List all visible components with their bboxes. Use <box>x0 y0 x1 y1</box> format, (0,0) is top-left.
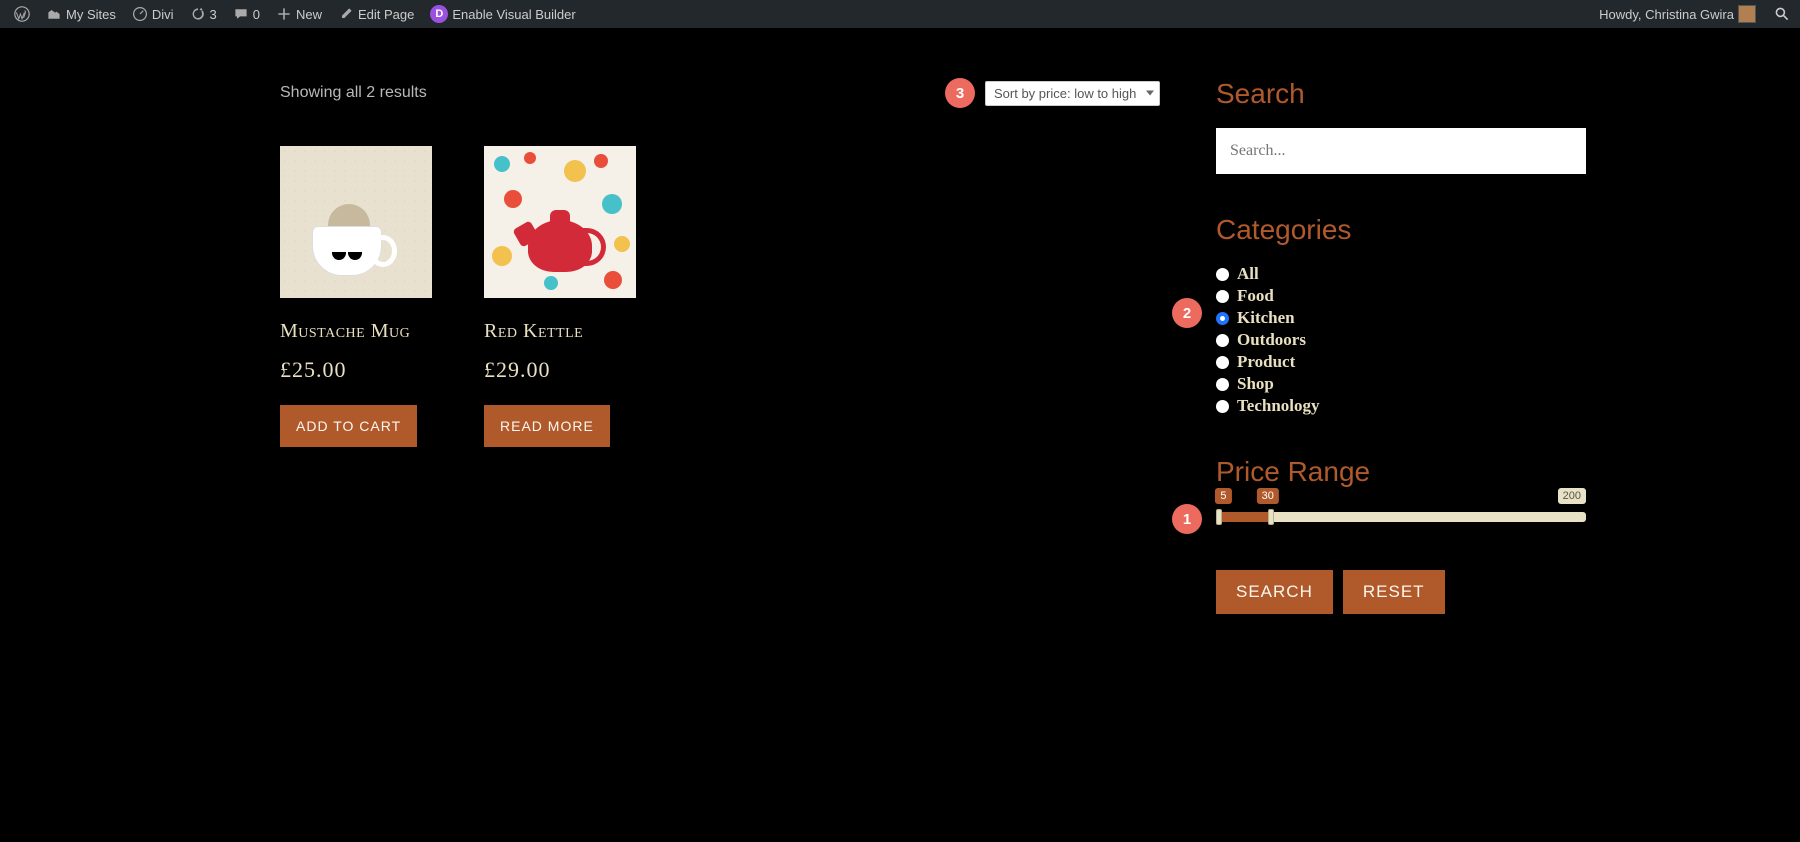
category-item[interactable]: Food <box>1216 286 1586 306</box>
category-label: Food <box>1237 286 1274 306</box>
product-title: Red Kettle <box>484 320 636 343</box>
product-card[interactable]: Red Kettle £29.00 READ MORE <box>484 146 636 447</box>
pencil-icon <box>338 6 354 22</box>
radio-icon <box>1216 400 1229 413</box>
edit-page-link[interactable]: Edit Page <box>330 0 422 28</box>
divi-icon: D <box>430 5 448 23</box>
avatar <box>1738 5 1756 23</box>
category-item[interactable]: All <box>1216 264 1586 284</box>
slider-handle-min[interactable] <box>1216 509 1222 525</box>
visual-builder-label: Enable Visual Builder <box>452 7 575 22</box>
slider-current-bubble: 30 <box>1257 488 1279 504</box>
annotation-2: 2 <box>1172 298 1202 328</box>
wp-admin-bar: My Sites Divi 3 0 New <box>0 0 1800 28</box>
product-image <box>280 146 432 298</box>
slider-handle-max[interactable] <box>1268 509 1274 525</box>
product-price: £29.00 <box>484 357 636 383</box>
annotation-1: 1 <box>1172 504 1202 534</box>
plus-icon <box>276 6 292 22</box>
shop-main: Showing all 2 results 3 Sort by price: l… <box>280 78 1160 614</box>
multisite-icon <box>46 6 62 22</box>
site-name-label: Divi <box>152 7 174 22</box>
comments-count: 0 <box>253 7 260 22</box>
updates-icon <box>190 6 206 22</box>
category-label: Shop <box>1237 374 1274 394</box>
price-title: Price Range <box>1216 456 1586 488</box>
product-image <box>484 146 636 298</box>
wordpress-icon <box>14 6 30 22</box>
shop-sidebar: Search 2 Categories AllFoodKitchenOutdoo… <box>1216 78 1586 614</box>
search-widget: Search <box>1216 78 1586 174</box>
category-label: Technology <box>1237 396 1320 416</box>
category-label: Product <box>1237 352 1295 372</box>
my-sites-link[interactable]: My Sites <box>38 0 124 28</box>
sort-select[interactable]: Sort by price: low to high <box>985 81 1160 106</box>
radio-icon <box>1216 334 1229 347</box>
search-button[interactable]: SEARCH <box>1216 570 1333 614</box>
categories-title: Categories <box>1216 214 1586 246</box>
comments-link[interactable]: 0 <box>225 0 268 28</box>
my-sites-label: My Sites <box>66 7 116 22</box>
category-item[interactable]: Shop <box>1216 374 1586 394</box>
search-icon <box>1774 6 1790 22</box>
wp-logo[interactable] <box>6 0 38 28</box>
categories-widget: 2 Categories AllFoodKitchenOutdoorsProdu… <box>1216 214 1586 416</box>
howdy-label: Howdy, Christina Gwira <box>1599 7 1734 22</box>
slider-max-label: 200 <box>1558 488 1586 504</box>
reset-button[interactable]: RESET <box>1343 570 1445 614</box>
read-more-button[interactable]: READ MORE <box>484 405 610 447</box>
search-toggle[interactable] <box>1770 0 1794 28</box>
new-label: New <box>296 7 322 22</box>
category-item[interactable]: Product <box>1216 352 1586 372</box>
product-card[interactable]: Mustache Mug £25.00 ADD TO CART <box>280 146 432 447</box>
price-slider[interactable] <box>1216 512 1586 522</box>
product-title: Mustache Mug <box>280 320 432 343</box>
category-item[interactable]: Kitchen <box>1216 308 1586 328</box>
search-input[interactable] <box>1216 128 1586 174</box>
visual-builder-link[interactable]: D Enable Visual Builder <box>422 0 583 28</box>
result-count: Showing all 2 results <box>280 84 427 102</box>
annotation-3: 3 <box>945 78 975 108</box>
new-link[interactable]: New <box>268 0 330 28</box>
radio-icon <box>1216 268 1229 281</box>
radio-icon <box>1216 356 1229 369</box>
category-label: Outdoors <box>1237 330 1306 350</box>
category-label: Kitchen <box>1237 308 1295 328</box>
howdy-link[interactable]: Howdy, Christina Gwira <box>1591 0 1764 28</box>
comments-icon <box>233 6 249 22</box>
dashboard-icon <box>132 6 148 22</box>
category-item[interactable]: Technology <box>1216 396 1586 416</box>
radio-icon <box>1216 312 1229 325</box>
add-to-cart-button[interactable]: ADD TO CART <box>280 405 417 447</box>
edit-page-label: Edit Page <box>358 7 414 22</box>
price-widget: 1 Price Range 5 30 200 <box>1216 456 1586 522</box>
product-price: £25.00 <box>280 357 432 383</box>
search-title: Search <box>1216 78 1586 110</box>
slider-min-bubble: 5 <box>1215 488 1231 504</box>
radio-icon <box>1216 290 1229 303</box>
radio-icon <box>1216 378 1229 391</box>
updates-link[interactable]: 3 <box>182 0 225 28</box>
category-label: All <box>1237 264 1259 284</box>
category-item[interactable]: Outdoors <box>1216 330 1586 350</box>
site-name-link[interactable]: Divi <box>124 0 182 28</box>
updates-count: 3 <box>210 7 217 22</box>
